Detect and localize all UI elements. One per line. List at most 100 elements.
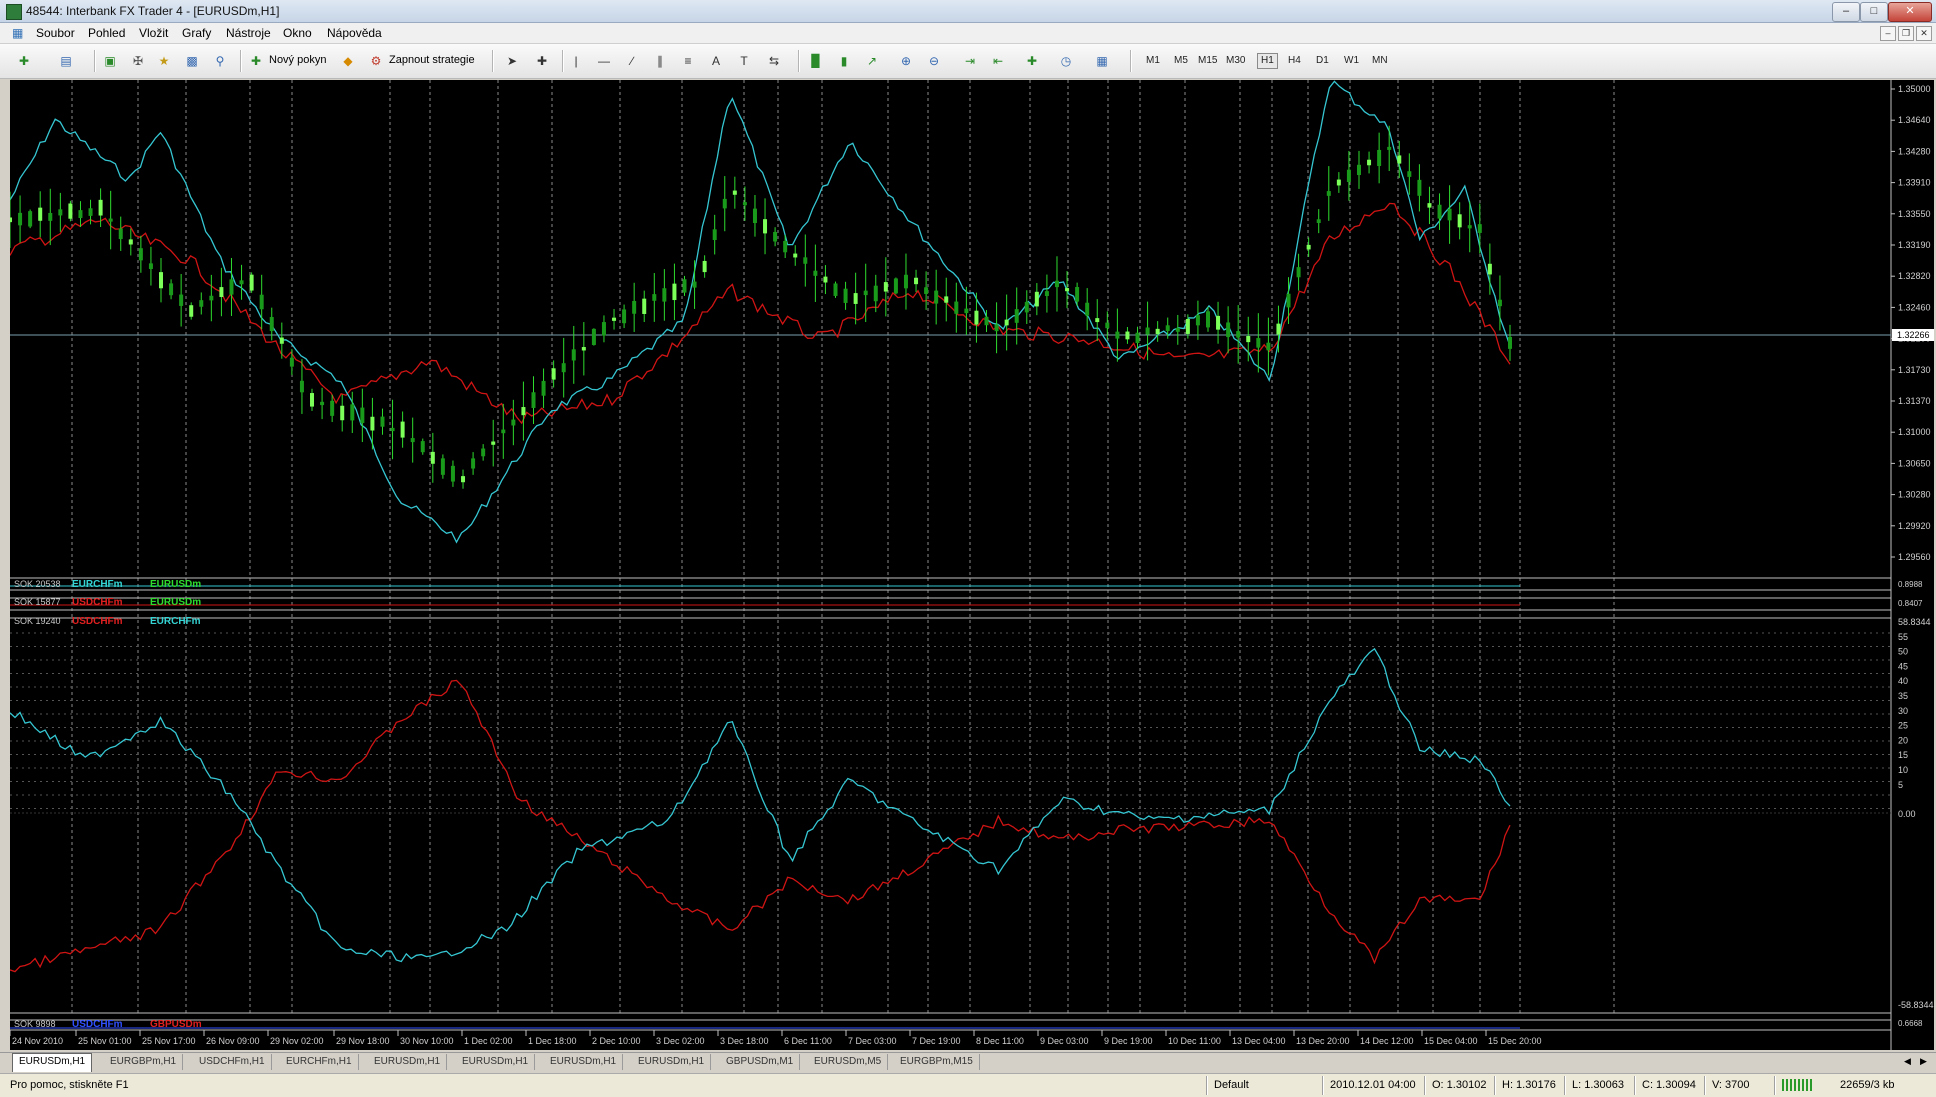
- menu-view[interactable]: Pohled: [88, 26, 125, 40]
- new-order-icon[interactable]: ✚: [246, 52, 266, 70]
- tab-eurusd-h1[interactable]: EURUSDm,H1: [12, 1053, 93, 1072]
- time-label: 15 Dec 20:00: [1488, 1036, 1542, 1046]
- time-label: 1 Dec 18:00: [528, 1036, 577, 1046]
- fibonacci-icon[interactable]: ≡: [678, 52, 698, 70]
- timeframe-m15[interactable]: M15: [1198, 55, 1217, 66]
- candle-body: [863, 290, 868, 296]
- candle-body: [1306, 244, 1311, 250]
- menu-file[interactable]: Soubor: [36, 26, 75, 40]
- profiles-icon[interactable]: ▤: [56, 52, 76, 70]
- maximize-button[interactable]: □: [1860, 2, 1888, 22]
- current-price-label: 1.32266: [1897, 330, 1930, 340]
- templates-icon[interactable]: ▦: [1092, 52, 1112, 70]
- new-chart-icon[interactable]: ✚: [14, 52, 34, 70]
- time-label: 8 Dec 11:00: [976, 1036, 1024, 1046]
- mdi-restore-button[interactable]: ❐: [1898, 26, 1914, 41]
- market-watch-icon[interactable]: ▣: [100, 52, 120, 70]
- minimize-button[interactable]: –: [1832, 2, 1860, 22]
- candle-body: [1014, 309, 1019, 323]
- candle-body: [360, 407, 365, 424]
- new-order-button[interactable]: Nový pokyn: [269, 54, 326, 66]
- metaeditor-icon[interactable]: ◆: [338, 52, 358, 70]
- candle-body: [1024, 301, 1029, 313]
- menu-insert[interactable]: Vložit: [139, 26, 168, 40]
- candle-body: [773, 231, 778, 242]
- menu-tools[interactable]: Nástroje: [226, 26, 271, 40]
- candle-body: [1326, 191, 1331, 196]
- candle-body: [1457, 214, 1462, 228]
- time-label: 3 Dec 02:00: [656, 1036, 705, 1046]
- candle-body: [1004, 319, 1009, 326]
- indicators-icon[interactable]: ✚: [1022, 52, 1042, 70]
- candle-body: [642, 298, 647, 314]
- tester-icon[interactable]: ⚲: [210, 52, 230, 70]
- timeframe-mn[interactable]: MN: [1372, 55, 1388, 66]
- close-button[interactable]: ✕: [1888, 2, 1932, 22]
- time-label: 9 Dec 19:00: [1104, 1036, 1153, 1046]
- strategy-icon[interactable]: ⚙: [366, 52, 386, 70]
- candle-body: [883, 282, 888, 292]
- trendline-icon[interactable]: ∕: [622, 52, 642, 70]
- timeframe-m30[interactable]: M30: [1226, 55, 1245, 66]
- candle-body: [239, 280, 244, 285]
- tab-eurusd-h1-3[interactable]: EURUSDm,H1: [456, 1054, 536, 1070]
- tab-eurgbp-h1[interactable]: EURGBPm,H1: [104, 1054, 184, 1070]
- arrows-icon[interactable]: ⇆: [764, 52, 784, 70]
- candle-body: [793, 253, 798, 258]
- candlestick-icon[interactable]: ▮: [834, 52, 854, 70]
- bar-open: O: 1.30102: [1432, 1079, 1487, 1091]
- tab-usdchf-h1[interactable]: USDCHFm,H1: [193, 1054, 272, 1070]
- candle-body: [893, 278, 898, 294]
- horizontal-line-icon[interactable]: —: [594, 52, 614, 70]
- menu-help[interactable]: Nápověda: [327, 26, 382, 40]
- tab-gbpusd-m1[interactable]: GBPUSDm,M1: [720, 1054, 801, 1070]
- tab-eurchf-h1[interactable]: EURCHFm,H1: [280, 1054, 359, 1070]
- bar-chart-icon[interactable]: ▉: [806, 52, 826, 70]
- candle-body: [461, 476, 466, 483]
- tab-eurusd-h1-4[interactable]: EURUSDm,H1: [544, 1054, 624, 1070]
- oscillator-label: 5: [1898, 780, 1903, 790]
- data-window-icon[interactable]: ★: [154, 52, 174, 70]
- tabs-scroll-right-icon[interactable]: ▶: [1920, 1056, 1927, 1067]
- timeframe-m5[interactable]: M5: [1174, 55, 1188, 66]
- timeframe-d1[interactable]: D1: [1316, 55, 1329, 66]
- mdi-close-button[interactable]: ✕: [1916, 26, 1932, 41]
- oscillator-label: 10: [1898, 765, 1908, 775]
- price-label: 1.34640: [1898, 115, 1931, 125]
- mdi-minimize-button[interactable]: –: [1880, 26, 1896, 41]
- timeframe-h1[interactable]: H1: [1257, 53, 1278, 69]
- menu-window[interactable]: Okno: [283, 26, 312, 40]
- tab-eurgbp-m15[interactable]: EURGBPm,M15: [894, 1054, 980, 1070]
- text-icon[interactable]: A: [706, 52, 726, 70]
- vertical-line-icon[interactable]: |: [566, 52, 586, 70]
- candle-body: [189, 305, 194, 317]
- terminal-icon[interactable]: ▩: [182, 52, 202, 70]
- chart-window[interactable]: SOK 20538 EURCHFm EURUSDm SOK 15877 USDCHFm E…: [10, 80, 1934, 1068]
- chart-shift-icon[interactable]: ⇤: [988, 52, 1008, 70]
- panel-legend: EURCHFm: [150, 616, 201, 627]
- tabs-scroll-left-icon[interactable]: ◀: [1904, 1056, 1911, 1067]
- timeframe-m1[interactable]: M1: [1146, 55, 1160, 66]
- tab-eurusd-h1-2[interactable]: EURUSDm,H1: [368, 1054, 448, 1070]
- time-label: 7 Dec 19:00: [912, 1036, 961, 1046]
- tab-eurusd-m5[interactable]: EURUSDm,M5: [808, 1054, 889, 1070]
- channel-icon[interactable]: ∥: [650, 52, 670, 70]
- label-icon[interactable]: T: [734, 52, 754, 70]
- timeframe-w1[interactable]: W1: [1344, 55, 1359, 66]
- candle-body: [10, 217, 12, 223]
- line-chart-icon[interactable]: ↗: [862, 52, 882, 70]
- autoscroll-icon[interactable]: ⇥: [960, 52, 980, 70]
- price-label: 1.33910: [1898, 178, 1931, 188]
- timeframe-h4[interactable]: H4: [1288, 55, 1301, 66]
- strategy-button[interactable]: Zapnout strategie: [389, 54, 475, 66]
- tab-eurusd-h1-5[interactable]: EURUSDm,H1: [632, 1054, 712, 1070]
- zoom-in-icon[interactable]: ⊕: [896, 52, 916, 70]
- zoom-out-icon[interactable]: ⊖: [924, 52, 944, 70]
- menu-charts[interactable]: Grafy: [182, 26, 211, 40]
- periods-icon[interactable]: ◷: [1056, 52, 1076, 70]
- crosshair-icon[interactable]: ✚: [532, 52, 552, 70]
- cursor-icon[interactable]: ➤: [502, 52, 522, 70]
- navigator-icon[interactable]: ✠: [128, 52, 148, 70]
- candle-body: [1477, 224, 1482, 233]
- candle-body: [1034, 291, 1039, 307]
